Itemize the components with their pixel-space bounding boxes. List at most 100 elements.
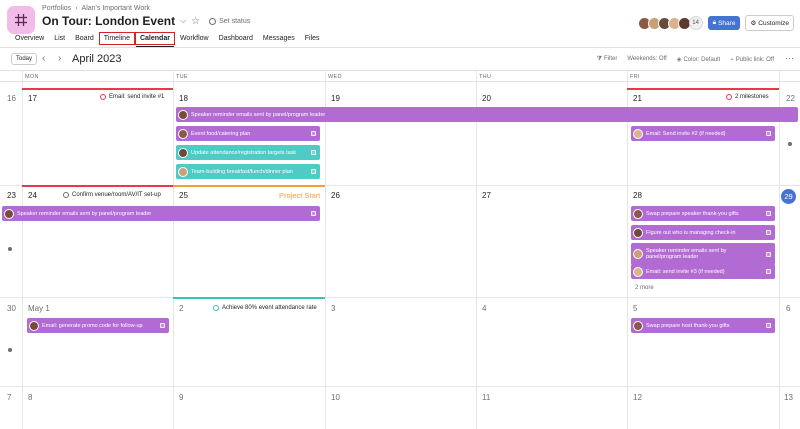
milestone-item[interactable]: Confirm venue/room/AV/IT set-up xyxy=(63,192,161,198)
date-cell-label: 19 xyxy=(331,94,340,103)
task-title: Swap prepare speaker thank-you gifts xyxy=(646,210,739,217)
customize-button[interactable]: ⚙︎ Customize xyxy=(745,15,794,31)
task-bar[interactable]: Speaker reminder emails sent by panel/pr… xyxy=(2,206,320,221)
project-start-label: Project Start xyxy=(279,191,321,200)
date-cell-label: 7 xyxy=(7,393,12,402)
member-count-badge[interactable]: 14 xyxy=(688,16,703,30)
tab-board[interactable]: Board xyxy=(71,33,98,44)
milestone-label: 2 milestones xyxy=(735,94,769,100)
checkbox-icon[interactable] xyxy=(766,323,771,328)
day-header-fri: FRI xyxy=(630,74,640,80)
title-row: On Tour: London Event ⌵ ☆ Set status xyxy=(42,14,250,28)
task-card[interactable]: Swap prepare host thank-you gifts xyxy=(631,318,775,333)
checkbox-icon[interactable] xyxy=(766,230,771,235)
checkbox-icon[interactable] xyxy=(311,131,316,136)
date-cell-label: 2 xyxy=(179,304,184,313)
milestone-item[interactable]: 2 milestones xyxy=(726,94,769,100)
date-cell-label: 8 xyxy=(28,393,33,402)
milestone-bar xyxy=(627,88,779,90)
color-button[interactable]: ◈ Color: Default xyxy=(677,56,720,63)
more-options-icon[interactable]: ··· xyxy=(785,53,794,63)
grid-icon xyxy=(15,14,27,26)
weekends-button[interactable]: Weekends: Off xyxy=(627,56,666,63)
day-header-tue: TUE xyxy=(176,74,188,80)
task-card[interactable]: Email: send invite #3 (if needed) xyxy=(631,264,775,279)
tab-timeline[interactable]: Timeline xyxy=(98,32,135,45)
tab-messages[interactable]: Messages xyxy=(259,33,299,44)
chevron-down-icon[interactable]: ⌵ xyxy=(180,16,186,26)
tab-list[interactable]: List xyxy=(50,33,69,44)
date-cell-label: 22 xyxy=(786,94,795,103)
tab-workflow[interactable]: Workflow xyxy=(176,33,213,44)
weekend-dot xyxy=(8,348,12,352)
checkbox-icon[interactable] xyxy=(766,211,771,216)
checkbox-icon[interactable] xyxy=(311,211,316,216)
date-cell-label: 18 xyxy=(179,94,188,103)
color-label: Color: Default xyxy=(683,57,721,63)
day-header-mon: MON xyxy=(25,74,39,80)
day-header-wed: WED xyxy=(328,74,342,80)
date-cell-label: 21 xyxy=(633,94,642,103)
date-cell-label: 11 xyxy=(482,393,491,402)
task-title: Speaker reminder emails sent by panel/pr… xyxy=(17,210,152,217)
task-title: Event food/catering plan xyxy=(191,130,251,137)
task-title: Speaker reminder emails sent by panel/pr… xyxy=(191,111,326,118)
checkbox-icon[interactable] xyxy=(766,251,771,257)
grid-line xyxy=(627,70,628,429)
date-cell-label: 26 xyxy=(331,191,340,200)
milestone-bar xyxy=(22,185,173,187)
day-header-thu: THU xyxy=(479,74,492,80)
checkbox-icon[interactable] xyxy=(311,169,316,174)
chevron-right-icon[interactable]: › xyxy=(58,53,61,64)
filter-icon: ⧩ xyxy=(596,56,602,62)
tab-dashboard[interactable]: Dashboard xyxy=(215,33,257,44)
breadcrumb-parent[interactable]: Alan's Important Work xyxy=(82,5,151,12)
week-divider xyxy=(0,297,800,298)
milestone-item[interactable]: Achieve 80% event attendance rate xyxy=(213,305,317,311)
tab-calendar[interactable]: Calendar xyxy=(134,32,175,48)
project-icon[interactable] xyxy=(7,6,35,34)
assignee-avatar xyxy=(633,227,643,238)
day-headers: MON TUE WED THU FRI xyxy=(0,70,800,82)
breadcrumb-portfolios[interactable]: Portfolios xyxy=(42,5,71,12)
today-button[interactable]: Today xyxy=(11,53,38,65)
task-card[interactable]: Swap prepare speaker thank-you gifts xyxy=(631,206,775,221)
task-bar[interactable]: Speaker reminder emails sent by panel/pr… xyxy=(176,107,798,122)
project-title[interactable]: On Tour: London Event xyxy=(42,14,175,28)
task-card[interactable]: Figure out who is managing check-in xyxy=(631,225,775,240)
task-card[interactable]: Update attendance/registration targets t… xyxy=(176,145,320,160)
show-more-link[interactable]: 2 more xyxy=(635,285,654,291)
task-card[interactable]: Email: generate promo code for follow-up xyxy=(27,318,169,333)
tab-files[interactable]: Files xyxy=(301,33,324,44)
header-actions: 14 🔒︎ Share ⚙︎ Customize xyxy=(637,15,794,31)
task-card[interactable]: Team-building breakfast/lunch/dinner pla… xyxy=(176,164,320,179)
chevron-left-icon[interactable]: ‹ xyxy=(42,53,45,64)
date-cell-label: 17 xyxy=(28,94,37,103)
assignee-avatar xyxy=(178,147,188,158)
public-link-button[interactable]: ⌁ Public link: Off xyxy=(730,56,774,63)
task-card[interactable]: Event food/catering plan xyxy=(176,126,320,141)
task-card[interactable]: Speaker reminder emails sent by panel/pr… xyxy=(631,243,775,265)
task-title: Email: send invite #3 (if needed) xyxy=(646,268,725,275)
calendar-toolbar: ⧩ Filter Weekends: Off ◈ Color: Default ⌁ P… xyxy=(597,56,774,63)
checkbox-icon[interactable] xyxy=(766,131,771,136)
grid-line xyxy=(173,70,174,429)
filter-button[interactable]: ⧩ Filter xyxy=(597,56,618,63)
checkbox-icon[interactable] xyxy=(766,269,771,274)
checkbox-icon[interactable] xyxy=(160,323,165,328)
star-icon[interactable]: ☆ xyxy=(191,16,200,27)
breadcrumb: Portfolios › Alan's Important Work xyxy=(42,5,150,12)
assignee-avatar xyxy=(4,208,14,219)
member-avatars[interactable]: 14 xyxy=(637,16,703,30)
date-cell-label: 28 xyxy=(633,191,642,200)
date-cell-label: 4 xyxy=(482,304,487,313)
status-circle-icon xyxy=(209,17,217,25)
task-card[interactable]: Email: Send invite #2 (if needed) xyxy=(631,126,775,141)
checkbox-icon[interactable] xyxy=(311,150,316,155)
grid-line xyxy=(325,70,326,429)
share-button[interactable]: 🔒︎ Share xyxy=(707,16,741,30)
milestone-item[interactable]: Email: send invite #1 xyxy=(100,94,164,100)
set-status-button[interactable]: Set status xyxy=(209,17,250,25)
milestone-icon xyxy=(100,94,106,100)
tab-overview[interactable]: Overview xyxy=(11,33,48,44)
